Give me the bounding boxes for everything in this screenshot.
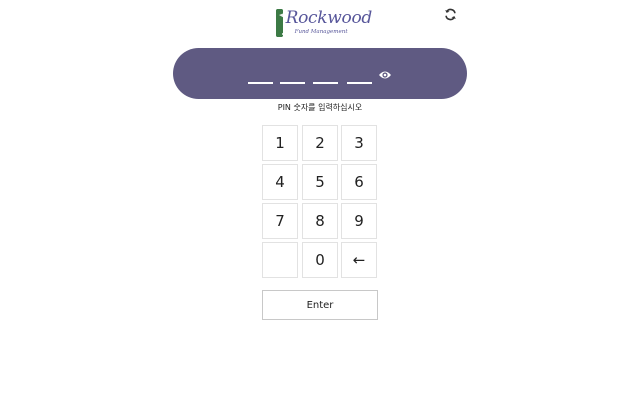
pin-slot-3 [313,82,338,84]
enter-button[interactable]: Enter [262,290,378,320]
pin-login-screen: Rockwood Fund Management PIN 숫자를 입력하십시오 … [0,0,640,400]
key-1[interactable]: 1 [262,125,298,161]
pin-slot-4 [347,82,372,84]
eye-icon[interactable] [378,66,392,79]
key-3[interactable]: 3 [341,125,377,161]
pin-slot-1 [248,82,273,84]
key-blank [262,242,298,278]
key-0[interactable]: 0 [302,242,338,278]
key-7[interactable]: 7 [262,203,298,239]
pin-prompt: PIN 숫자를 입력하십시오 [277,103,363,112]
logo-subtitle: Fund Management [294,29,348,35]
logo-name: Rockwood [285,8,373,28]
refresh-icon [444,8,456,20]
refresh-button[interactable] [442,6,458,22]
pin-input-display[interactable] [173,48,467,99]
key-8[interactable]: 8 [302,203,338,239]
key-5[interactable]: 5 [302,164,338,200]
key-6[interactable]: 6 [341,164,377,200]
pin-slot-2 [280,82,305,84]
company-logo: Rockwood Fund Management [276,9,372,41]
backspace-key[interactable]: ← [341,242,377,278]
tree-icon [276,9,283,37]
key-9[interactable]: 9 [341,203,377,239]
logo-wordmark: Rockwood Fund Management [285,8,373,41]
key-4[interactable]: 4 [262,164,298,200]
key-2[interactable]: 2 [302,125,338,161]
